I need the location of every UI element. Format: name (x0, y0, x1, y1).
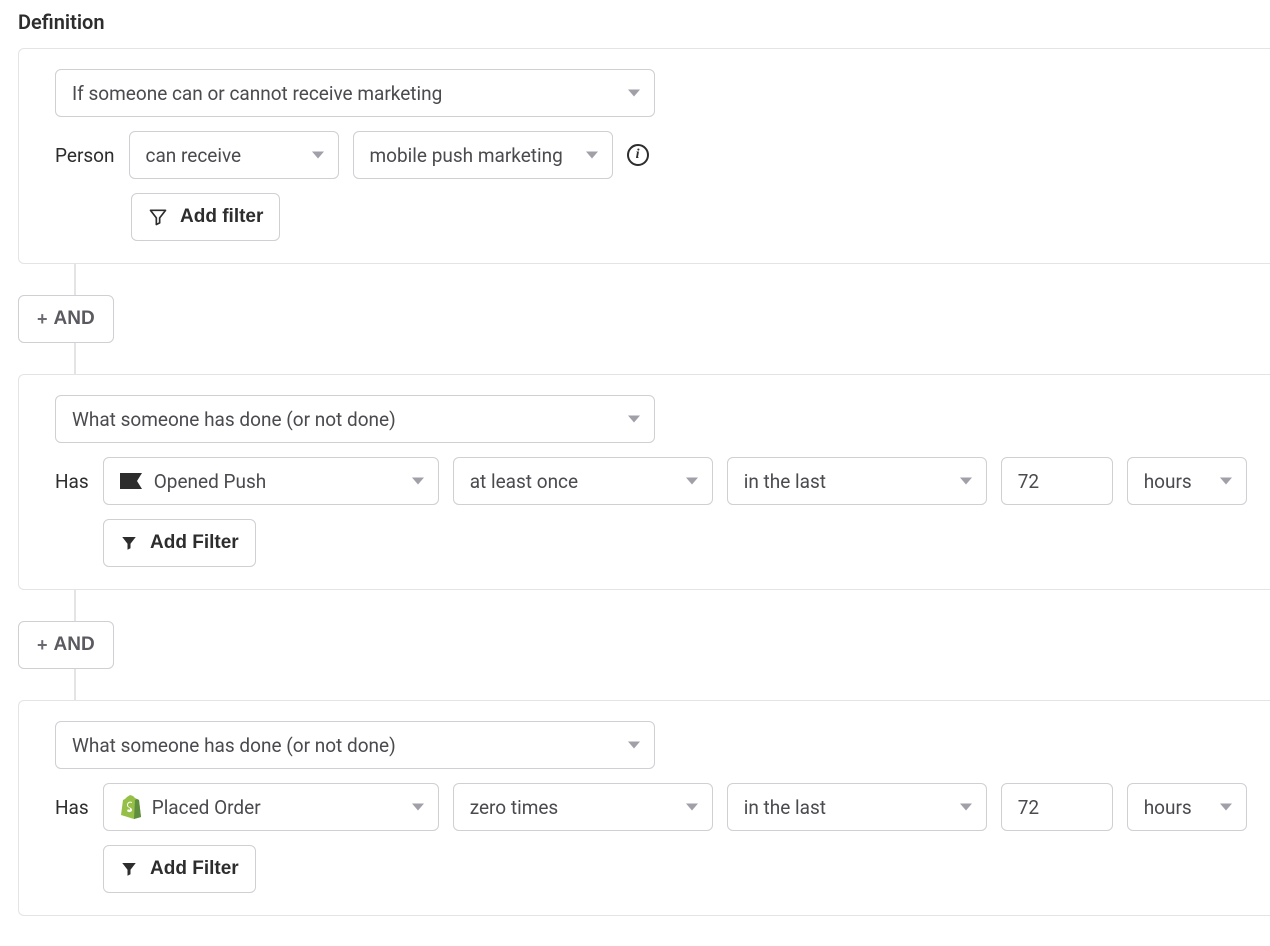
condition-block-2: What someone has done (or not done) Has … (18, 374, 1270, 590)
time-unit-select[interactable]: hours (1127, 783, 1247, 831)
chevron-down-icon (412, 478, 424, 485)
add-filter-label: Add Filter (150, 858, 239, 880)
and-button[interactable]: + AND (18, 295, 114, 343)
add-filter-button[interactable]: Add Filter (103, 845, 256, 893)
plus-icon: + (37, 635, 48, 656)
event-value: Opened Push (154, 470, 267, 493)
chevron-down-icon (628, 90, 640, 97)
time-value: 72 (1018, 470, 1039, 493)
filter-solid-icon (120, 860, 138, 878)
time-value: 72 (1018, 796, 1039, 819)
and-connector: + AND (18, 276, 1270, 362)
condition-type-select[interactable]: What someone has done (or not done) (55, 395, 655, 443)
time-unit-value: hours (1144, 470, 1192, 493)
chevron-down-icon (686, 804, 698, 811)
add-filter-button[interactable]: Add filter (131, 193, 280, 241)
condition-type-value: What someone has done (or not done) (72, 408, 396, 431)
chevron-down-icon (960, 804, 972, 811)
filter-solid-icon (120, 534, 138, 552)
add-filter-label: Add filter (180, 206, 263, 228)
flag-icon (120, 473, 144, 489)
condition-type-select[interactable]: If someone can or cannot receive marketi… (55, 69, 655, 117)
and-connector: + AND (18, 602, 1270, 688)
condition-type-value: What someone has done (or not done) (72, 734, 396, 757)
and-button[interactable]: + AND (18, 621, 114, 669)
and-label: AND (54, 308, 95, 330)
has-label: Has (55, 796, 89, 819)
info-icon[interactable]: i (627, 144, 649, 166)
condition-block-1: If someone can or cannot receive marketi… (18, 48, 1270, 264)
add-filter-button[interactable]: Add Filter (103, 519, 256, 567)
time-unit-value: hours (1144, 796, 1192, 819)
frequency-value: at least once (470, 470, 578, 493)
chevron-down-icon (628, 416, 640, 423)
event-select[interactable]: Placed Order (103, 783, 439, 831)
and-label: AND (54, 634, 95, 656)
chevron-down-icon (412, 804, 424, 811)
person-label: Person (55, 144, 115, 167)
condition-block-3: What someone has done (or not done) Has … (18, 700, 1270, 916)
chevron-down-icon (686, 478, 698, 485)
can-receive-value: can receive (146, 144, 242, 167)
chevron-down-icon (960, 478, 972, 485)
chevron-down-icon (1220, 478, 1232, 485)
timeframe-value: in the last (744, 470, 826, 493)
condition-type-value: If someone can or cannot receive marketi… (72, 82, 442, 105)
frequency-select[interactable]: zero times (453, 783, 713, 831)
shopify-icon (120, 795, 142, 819)
condition-type-select[interactable]: What someone has done (or not done) (55, 721, 655, 769)
time-value-input[interactable]: 72 (1001, 783, 1113, 831)
frequency-select[interactable]: at least once (453, 457, 713, 505)
chevron-down-icon (628, 742, 640, 749)
plus-icon: + (37, 309, 48, 330)
time-value-input[interactable]: 72 (1001, 457, 1113, 505)
chevron-down-icon (586, 152, 598, 159)
frequency-value: zero times (470, 796, 559, 819)
timeframe-select[interactable]: in the last (727, 783, 987, 831)
definition-title: Definition (18, 10, 1270, 34)
can-receive-select[interactable]: can receive (129, 131, 339, 179)
event-select[interactable]: Opened Push (103, 457, 439, 505)
add-filter-label: Add Filter (150, 532, 239, 554)
event-value: Placed Order (152, 796, 261, 819)
filter-outline-icon (148, 207, 168, 227)
timeframe-value: in the last (744, 796, 826, 819)
channel-select[interactable]: mobile push marketing (353, 131, 613, 179)
has-label: Has (55, 470, 89, 493)
time-unit-select[interactable]: hours (1127, 457, 1247, 505)
channel-value: mobile push marketing (370, 144, 563, 167)
chevron-down-icon (312, 152, 324, 159)
timeframe-select[interactable]: in the last (727, 457, 987, 505)
chevron-down-icon (1220, 804, 1232, 811)
